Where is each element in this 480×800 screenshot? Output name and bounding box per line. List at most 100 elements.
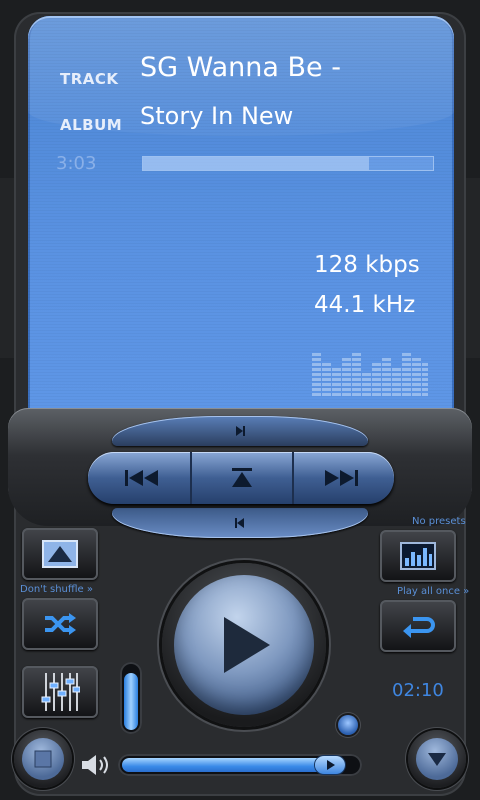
presets-chart-icon (400, 542, 436, 570)
spectrum-segment (322, 378, 331, 381)
spectrum-segment (422, 378, 428, 381)
spectrum-segment (392, 378, 401, 381)
album-title: Story In New (140, 102, 294, 130)
spectrum-segment (402, 383, 411, 386)
spectrum-segment (422, 388, 428, 391)
shuffle-button[interactable] (22, 598, 98, 650)
volume-slider[interactable] (120, 662, 142, 734)
spectrum-segment (322, 363, 331, 366)
equalizer-sliders-icon (41, 673, 80, 711)
spectrum-segment (352, 383, 361, 386)
spectrum-segment (312, 373, 321, 376)
spectrum-segment (402, 388, 411, 391)
spectrum-segment (382, 378, 391, 381)
spectrum-segment (352, 368, 361, 371)
spectrum-segment (312, 358, 321, 361)
spectrum-segment (332, 373, 341, 376)
spectrum-segment (322, 373, 331, 376)
spectrum-segment (342, 388, 351, 391)
spectrum-visualizer (312, 353, 428, 396)
spectrum-segment (332, 383, 341, 386)
previous-track-button[interactable] (96, 452, 190, 504)
play-button-face (174, 575, 314, 715)
spectrum-segment (362, 383, 371, 386)
spectrum-segment (372, 388, 381, 391)
spectrum-segment (332, 393, 341, 396)
spectrum-segment (352, 363, 361, 366)
volume-bar-knob[interactable] (315, 756, 345, 774)
spectrum-segment (422, 383, 428, 386)
spectrum-segment (352, 388, 361, 391)
knob-arrow-icon (327, 760, 335, 770)
chevron-down-icon (428, 753, 446, 766)
spectrum-segment (342, 373, 351, 376)
eject-button[interactable] (192, 452, 292, 504)
cover-art-button[interactable] (22, 528, 98, 580)
eject-icon (232, 468, 252, 487)
spectrum-segment (382, 393, 391, 396)
speaker-icon (82, 755, 108, 775)
spectrum-segment (412, 358, 421, 361)
spectrum-segment (352, 373, 361, 376)
spectrum-segment (422, 393, 428, 396)
stop-button-face (22, 738, 64, 780)
spectrum-segment (402, 353, 411, 356)
spectrum-segment (312, 368, 321, 371)
presets-button[interactable] (380, 530, 456, 582)
track-progress-fill (143, 157, 370, 170)
spectrum-segment (312, 378, 321, 381)
rewind-icon (125, 470, 158, 486)
menu-button-face (416, 738, 458, 780)
play-button[interactable] (162, 563, 326, 727)
track-label: TRACK (60, 70, 119, 88)
equalizer-button[interactable] (22, 666, 98, 718)
spectrum-segment (312, 363, 321, 366)
spectrum-segment (362, 393, 371, 396)
spectrum-segment (412, 388, 421, 391)
spectrum-segment (422, 363, 428, 366)
track-title: SG Wanna Be - (140, 52, 341, 83)
spectrum-segment (312, 393, 321, 396)
repeat-mode-label[interactable]: Play all once » (397, 586, 469, 597)
spectrum-segment (352, 378, 361, 381)
status-led (338, 715, 358, 735)
spectrum-segment (392, 383, 401, 386)
spectrum-segment (342, 393, 351, 396)
spectrum-segment (412, 393, 421, 396)
spectrum-segment (412, 373, 421, 376)
spectrum-segment (342, 363, 351, 366)
spectrum-segment (402, 393, 411, 396)
spectrum-segment (362, 388, 371, 391)
spectrum-segment (372, 378, 381, 381)
spectrum-segment (412, 363, 421, 366)
shuffle-icon (45, 613, 76, 635)
spectrum-segment (382, 373, 391, 376)
spectrum-segment (402, 363, 411, 366)
spectrum-segment (352, 358, 361, 361)
volume-bar[interactable] (118, 754, 362, 776)
skip-forward-small-icon (236, 426, 245, 436)
menu-button[interactable] (408, 730, 466, 788)
stop-icon (34, 750, 52, 768)
spectrum-segment (372, 363, 381, 366)
track-progress-bar[interactable] (142, 156, 434, 171)
spectrum-segment (312, 383, 321, 386)
album-art-icon (42, 540, 78, 568)
next-track-button[interactable] (294, 452, 386, 504)
spectrum-segment (342, 358, 351, 361)
spectrum-segment (372, 373, 381, 376)
spectrum-segment (332, 378, 341, 381)
fast-forward-icon (325, 470, 358, 486)
spectrum-segment (402, 368, 411, 371)
spectrum-segment (392, 388, 401, 391)
spectrum-segment (382, 363, 391, 366)
repeat-button[interactable] (380, 600, 456, 652)
spectrum-segment (392, 368, 401, 371)
spectrum-segment (392, 373, 401, 376)
stop-button[interactable] (14, 730, 72, 788)
volume-bar-fill (122, 758, 335, 772)
shuffle-mode-label[interactable]: Don't shuffle » (20, 584, 93, 595)
volume-slider-fill (124, 673, 138, 730)
spectrum-segment (392, 393, 401, 396)
spectrum-segment (402, 378, 411, 381)
